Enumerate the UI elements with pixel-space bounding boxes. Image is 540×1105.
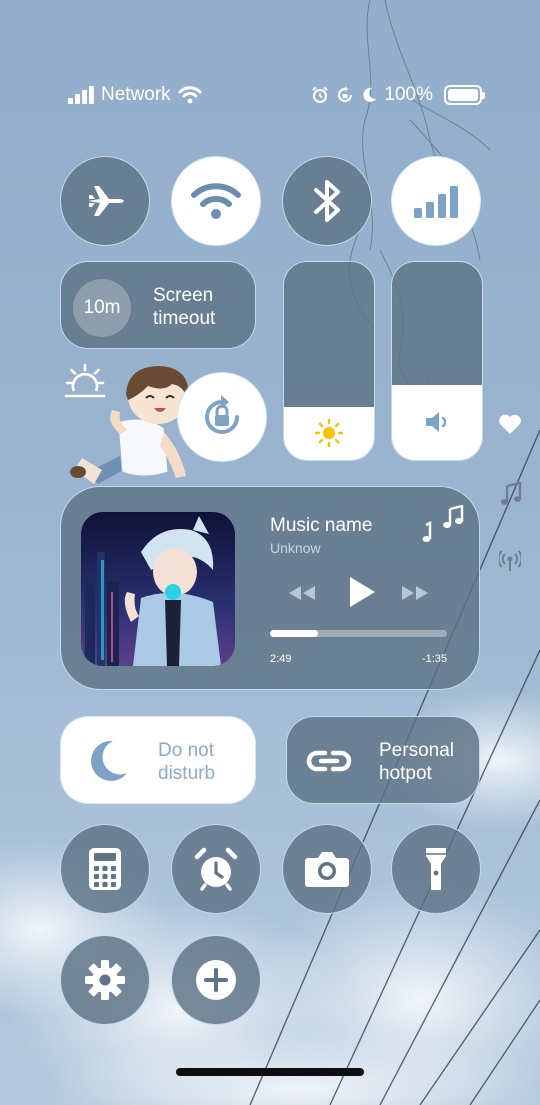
song-title: Music name: [270, 515, 373, 536]
bluetooth-icon: [314, 180, 340, 222]
airplane-mode-toggle[interactable]: [60, 156, 150, 246]
do-not-disturb-label: Do not disturb: [158, 740, 216, 784]
alarm-clock-icon: [194, 847, 238, 891]
wifi-icon: [178, 86, 202, 104]
rotation-lock-toggle[interactable]: [177, 372, 267, 462]
broadcast-icon: [499, 550, 521, 571]
cellular-data-toggle[interactable]: [391, 156, 481, 246]
rotation-lock-icon: [338, 86, 353, 102]
calculator-icon: [89, 848, 121, 890]
remaining-time: -1:35: [421, 653, 447, 665]
speaker-icon: [426, 412, 447, 433]
alarm-clock-button[interactable]: [171, 824, 261, 914]
music-note-icon: [501, 482, 522, 505]
add-control-button[interactable]: [171, 935, 261, 1025]
album-art[interactable]: [81, 512, 235, 666]
network-name: Network: [101, 84, 171, 105]
bluetooth-toggle[interactable]: [282, 156, 372, 246]
camera-button[interactable]: [282, 824, 372, 914]
wifi-toggle[interactable]: [171, 156, 261, 246]
cellular-signal-icon: [68, 86, 94, 104]
battery-percentage: 100%: [384, 84, 433, 105]
settings-button[interactable]: [60, 935, 150, 1025]
flashlight-button[interactable]: [391, 824, 481, 914]
playback-progress-fill: [270, 630, 318, 637]
status-bar: Network 100%: [68, 82, 485, 108]
playback-progress-bar[interactable]: [270, 630, 447, 637]
sun-icon: [314, 419, 344, 448]
rotation-lock-icon: [205, 395, 239, 434]
play-button[interactable]: [347, 575, 377, 609]
airplane-icon: [88, 186, 124, 216]
brightness-level: [284, 406, 374, 460]
link-icon: [306, 750, 352, 772]
fast-forward-button[interactable]: [400, 583, 430, 603]
music-player: Music name Unknow 2:49 -1:35: [60, 486, 480, 690]
gear-icon: [85, 960, 125, 1000]
personal-hotspot-label: Personal hotpot: [379, 740, 454, 784]
heart-icon: [499, 414, 521, 434]
volume-level: [392, 384, 482, 460]
camera-icon: [305, 852, 349, 887]
calculator-button[interactable]: [60, 824, 150, 914]
brightness-slider[interactable]: [283, 261, 375, 461]
plus-circle-icon: [196, 960, 236, 1000]
cellular-signal-icon: [414, 186, 458, 218]
flashlight-icon: [426, 848, 446, 890]
chibi-character-sticker: [70, 366, 189, 484]
screen-timeout-tile[interactable]: 10m Screen timeout: [60, 261, 256, 349]
music-notes-icon: [422, 505, 464, 542]
timeout-badge: 10m: [73, 279, 131, 337]
battery-icon: [444, 85, 485, 105]
personal-hotspot-tile[interactable]: Personal hotpot: [286, 716, 480, 804]
artist-name: Unknow: [270, 540, 321, 556]
rewind-button[interactable]: [287, 583, 317, 603]
do-not-disturb-tile[interactable]: Do not disturb: [60, 716, 256, 804]
album-art-illustration: [81, 512, 235, 666]
volume-slider[interactable]: [391, 261, 483, 461]
elapsed-time: 2:49: [270, 653, 292, 665]
wifi-icon: [191, 183, 241, 219]
alarm-icon: [312, 86, 329, 103]
moon-icon: [363, 87, 377, 102]
moon-icon: [91, 740, 127, 781]
screen-timeout-label: Screen timeout: [153, 285, 216, 329]
home-indicator[interactable]: [176, 1068, 364, 1076]
